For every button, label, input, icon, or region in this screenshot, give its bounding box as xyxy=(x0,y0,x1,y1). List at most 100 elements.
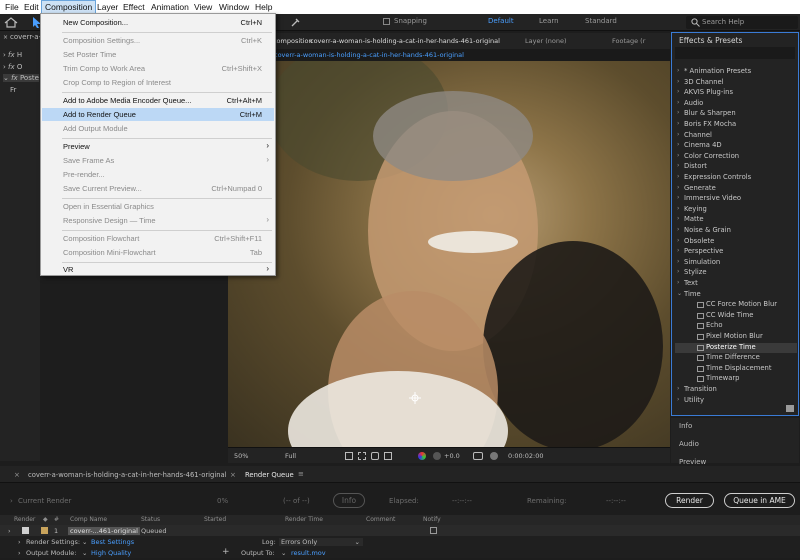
chevron-down-icon[interactable]: ⌄ xyxy=(677,290,682,297)
effect-category[interactable]: › Cinema 4D xyxy=(675,141,797,152)
effect-category[interactable]: › Channel xyxy=(675,131,797,142)
output-module-value[interactable]: High Quality xyxy=(91,549,131,557)
menu-item-responsive-design[interactable]: Responsive Design — Time › xyxy=(42,214,274,227)
menu-item-open-essential-graphics[interactable]: Open in Essential Graphics xyxy=(42,200,274,213)
workspace-standard[interactable]: Standard xyxy=(585,17,617,25)
effect-category[interactable]: › * Animation Presets xyxy=(675,67,797,78)
effect-category[interactable]: › Perspective xyxy=(675,247,797,258)
menu-item-vr[interactable]: VR › xyxy=(42,263,274,276)
effects-search-input[interactable] xyxy=(675,47,795,59)
menu-item-save-frame-as[interactable]: Save Frame As › xyxy=(42,154,274,167)
col-label-icon[interactable]: ◆ xyxy=(43,516,48,523)
close-icon[interactable]: × xyxy=(3,34,8,41)
effect-category[interactable]: › Keying xyxy=(675,205,797,216)
effect-category[interactable]: › Simulation xyxy=(675,258,797,269)
chevron-down-icon[interactable]: ⌄ xyxy=(82,538,87,546)
chevron-right-icon[interactable]: › xyxy=(677,205,679,212)
effect-item[interactable]: Pixel Motion Blur xyxy=(675,332,797,343)
effect-category[interactable]: › Obsolete xyxy=(675,237,797,248)
expand-arrow-icon[interactable]: › xyxy=(18,538,21,546)
resolution-select[interactable]: Full xyxy=(285,452,296,460)
render-checkbox[interactable] xyxy=(22,527,29,534)
effect-category[interactable]: › Expression Controls xyxy=(675,173,797,184)
chevron-right-icon[interactable]: › xyxy=(677,258,679,265)
expand-arrow-icon[interactable]: › xyxy=(8,527,11,535)
current-time-display[interactable]: 0:00:02:00 xyxy=(508,452,544,460)
exposure-value[interactable]: +0.0 xyxy=(444,452,460,460)
chevron-right-icon[interactable]: › xyxy=(677,215,679,222)
composition-canvas[interactable] xyxy=(228,61,670,447)
anchor-point-icon[interactable] xyxy=(409,392,421,404)
add-output-icon[interactable]: + xyxy=(222,547,230,557)
grid-icon[interactable] xyxy=(384,452,392,460)
home-icon[interactable] xyxy=(4,17,18,28)
chevron-right-icon[interactable]: › xyxy=(677,88,679,95)
workspace-learn[interactable]: Learn xyxy=(539,17,559,25)
chevron-right-icon[interactable]: › xyxy=(677,279,679,286)
chevron-right-icon[interactable]: › xyxy=(677,237,679,244)
effect-category[interactable]: › Color Correction xyxy=(675,152,797,163)
menu-item-set-poster-time[interactable]: Set Poster Time xyxy=(42,48,274,61)
menu-item-add-to-media-encoder[interactable]: Add to Adobe Media Encoder Queue... Ctrl+… xyxy=(42,94,274,107)
effect-category[interactable]: › Audio xyxy=(675,99,797,110)
effect-category[interactable]: › Matte xyxy=(675,215,797,226)
effect-item[interactable]: CC Force Motion Blur xyxy=(675,300,797,311)
workspace-default[interactable]: Default xyxy=(488,17,514,25)
col-comp-name[interactable]: Comp Name xyxy=(70,516,107,523)
chevron-right-icon[interactable]: › xyxy=(677,67,679,74)
new-folder-icon[interactable] xyxy=(786,405,794,412)
layer-tab[interactable]: Layer (none) xyxy=(525,37,566,45)
effect-category[interactable]: › Boris FX Mocha xyxy=(675,120,797,131)
effect-category[interactable]: › Noise & Grain xyxy=(675,226,797,237)
transparency-grid-icon[interactable] xyxy=(358,452,366,460)
expand-arrow-icon[interactable]: › xyxy=(18,549,21,557)
log-select[interactable]: Errors Only ⌄ xyxy=(279,538,363,546)
menu-effect[interactable]: Effect xyxy=(120,0,148,14)
effect-item[interactable]: Echo xyxy=(675,321,797,332)
chevron-right-icon[interactable]: › xyxy=(677,184,679,191)
menu-item-save-current-preview[interactable]: Save Current Preview... Ctrl+Numpad 0 xyxy=(42,182,274,195)
effect-item[interactable]: Time Difference xyxy=(675,353,797,364)
col-render-time[interactable]: Render Time xyxy=(285,516,323,523)
effect-category[interactable]: › Transition xyxy=(675,385,797,396)
menu-item-composition-flowchart[interactable]: Composition Flowchart Ctrl+Shift+F11 xyxy=(42,232,274,245)
mask-visibility-icon[interactable] xyxy=(371,452,379,460)
chevron-right-icon[interactable]: › xyxy=(677,120,679,127)
breadcrumb-comp-name[interactable]: coverr-a-woman-is-holding-a-cat-in-her-h… xyxy=(274,51,464,59)
expand-arrow-icon[interactable]: › xyxy=(10,497,13,505)
effect-category[interactable]: › Blur & Sharpen xyxy=(675,109,797,120)
effect-category[interactable]: › Utility xyxy=(675,396,797,407)
effect-item[interactable]: Timewarp xyxy=(675,374,797,385)
effect-category[interactable]: › Immersive Video xyxy=(675,194,797,205)
render-button[interactable]: Render xyxy=(665,493,714,508)
info-panel-tab[interactable]: Info xyxy=(679,422,692,430)
col-notify[interactable]: Notify xyxy=(423,516,441,523)
exposure-icon[interactable] xyxy=(433,452,441,460)
chevron-down-icon[interactable]: ⌄ xyxy=(281,549,286,557)
effect-category[interactable]: › Text xyxy=(675,279,797,290)
search-help-box[interactable]: Search Help xyxy=(686,16,798,29)
menu-animation[interactable]: Animation xyxy=(148,0,192,14)
menu-item-preview[interactable]: Preview › xyxy=(42,140,274,153)
effect-row-1[interactable]: H xyxy=(17,51,22,59)
snapping-checkbox[interactable] xyxy=(383,18,390,25)
audio-panel-tab[interactable]: Audio xyxy=(679,440,699,448)
col-status[interactable]: Status xyxy=(141,516,160,523)
composition-tab-name[interactable]: coverr-a-woman-is-holding-a-cat-in-her-h… xyxy=(310,37,500,45)
chevron-right-icon[interactable]: › xyxy=(677,162,679,169)
chevron-right-icon[interactable]: › xyxy=(677,385,679,392)
info-button[interactable]: Info xyxy=(333,493,365,508)
effect-item[interactable]: CC Wide Time xyxy=(675,311,797,322)
render-queue-item[interactable]: › 1 coverr-...461-original Queued xyxy=(0,525,800,536)
chevron-right-icon[interactable]: › xyxy=(677,152,679,159)
chevron-down-icon[interactable]: ⌄ xyxy=(82,549,87,557)
menu-item-pre-render[interactable]: Pre-render... xyxy=(42,168,274,181)
show-snapshot-icon[interactable] xyxy=(490,452,498,460)
footage-tab[interactable]: Footage (r xyxy=(612,37,645,45)
chevron-right-icon[interactable]: › xyxy=(677,396,679,403)
menu-item-trim-comp[interactable]: Trim Comp to Work Area Ctrl+Shift+X xyxy=(42,62,274,75)
puppet-pin-icon[interactable] xyxy=(290,17,300,28)
panel-menu-icon[interactable]: ≡ xyxy=(298,470,304,478)
chevron-right-icon[interactable]: › xyxy=(677,109,679,116)
menu-file[interactable]: File xyxy=(2,0,22,14)
